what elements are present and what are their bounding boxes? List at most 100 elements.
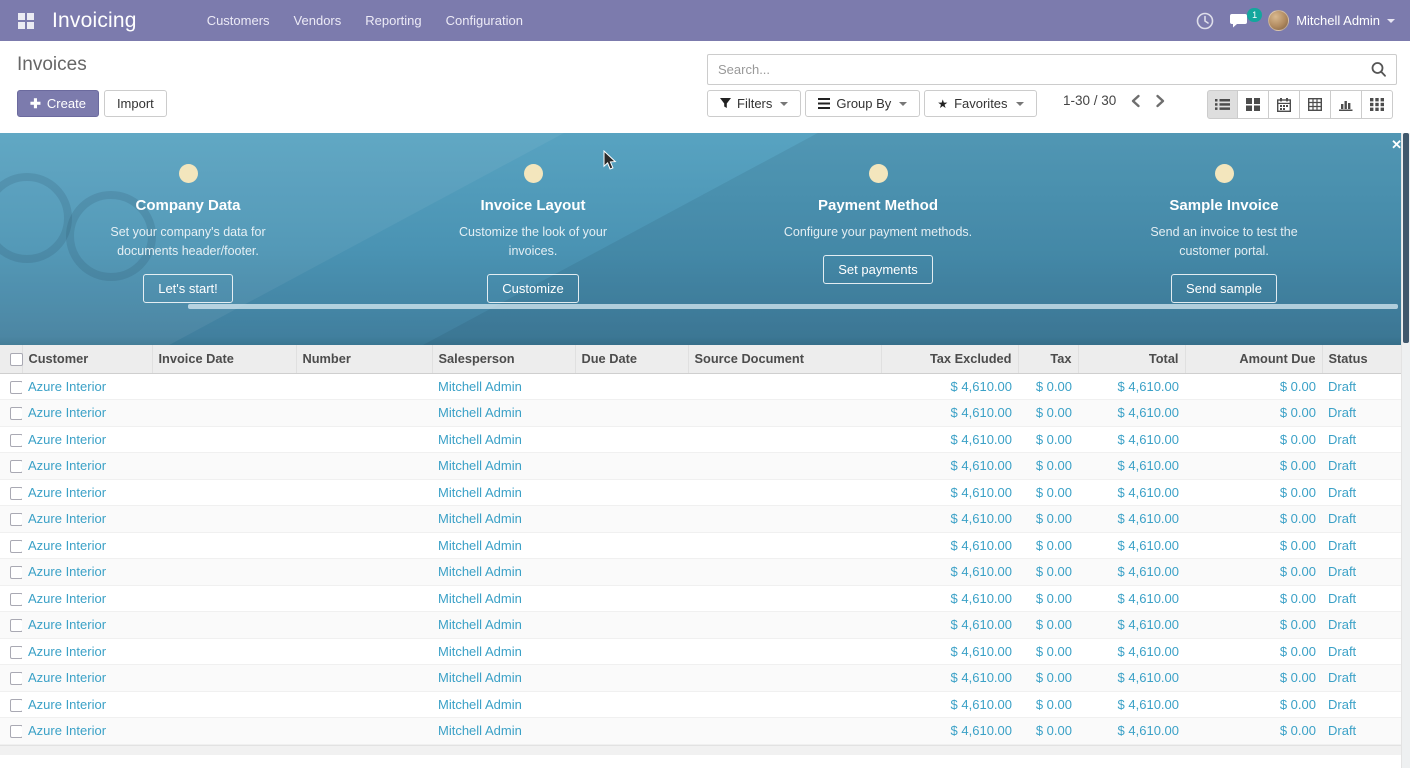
column-header-tax[interactable]: Tax [1018, 345, 1078, 373]
table-row[interactable]: Azure Interior Mitchell Admin $ 4,610.00… [0, 718, 1410, 745]
import-button[interactable]: Import [104, 90, 167, 117]
row-checkbox[interactable] [10, 725, 22, 738]
row-checkbox[interactable] [10, 381, 22, 394]
cell-tax: $ 0.00 [1018, 638, 1078, 665]
row-checkbox[interactable] [10, 566, 22, 579]
table-row[interactable]: Azure Interior Mitchell Admin $ 4,610.00… [0, 691, 1410, 718]
table-row[interactable]: Azure Interior Mitchell Admin $ 4,610.00… [0, 585, 1410, 612]
vertical-scrollbar[interactable] [1401, 133, 1410, 768]
cell-source-document [688, 506, 881, 533]
table-row[interactable]: Azure Interior Mitchell Admin $ 4,610.00… [0, 400, 1410, 427]
cell-total: $ 4,610.00 [1078, 559, 1185, 586]
nav-item-reporting[interactable]: Reporting [353, 0, 433, 41]
row-checkbox[interactable] [10, 540, 22, 553]
table-row[interactable]: Azure Interior Mitchell Admin $ 4,610.00… [0, 479, 1410, 506]
table-row[interactable]: Azure Interior Mitchell Admin $ 4,610.00… [0, 426, 1410, 453]
pivot-view-button[interactable] [1300, 90, 1331, 119]
user-menu[interactable]: Mitchell Admin [1268, 10, 1395, 31]
cell-number [296, 585, 432, 612]
send-sample-button[interactable]: Send sample [1171, 274, 1277, 303]
search-options: Filters Group By ★ Favorites [707, 90, 1037, 117]
cell-amount-due: $ 0.00 [1185, 453, 1322, 480]
column-header-tax-excluded[interactable]: Tax Excluded [881, 345, 1018, 373]
select-all-checkbox[interactable] [10, 353, 23, 366]
column-header-due-date[interactable]: Due Date [575, 345, 688, 373]
row-checkbox[interactable] [10, 699, 22, 712]
nav-item-configuration[interactable]: Configuration [434, 0, 535, 41]
create-button[interactable]: ✚Create [17, 90, 99, 117]
lets-start-button[interactable]: Let's start! [143, 274, 233, 303]
group-by-button[interactable]: Group By [805, 90, 920, 117]
column-header-salesperson[interactable]: Salesperson [432, 345, 575, 373]
table-row[interactable]: Azure Interior Mitchell Admin $ 4,610.00… [0, 532, 1410, 559]
activities-clock-icon[interactable] [1196, 12, 1214, 30]
table-row[interactable]: Azure Interior Mitchell Admin $ 4,610.00… [0, 559, 1410, 586]
cell-invoice-date [152, 665, 296, 692]
table-row[interactable]: Azure Interior Mitchell Admin $ 4,610.00… [0, 612, 1410, 639]
cell-status: Draft [1322, 691, 1410, 718]
column-header-total[interactable]: Total [1078, 345, 1185, 373]
row-checkbox[interactable] [10, 672, 22, 685]
cell-total: $ 4,610.00 [1078, 718, 1185, 745]
cell-status: Draft [1322, 585, 1410, 612]
row-checkbox[interactable] [10, 593, 22, 606]
pager-previous-icon[interactable] [1130, 94, 1141, 108]
scrollbar-thumb[interactable] [1403, 133, 1409, 343]
pager-next-icon[interactable] [1155, 94, 1166, 108]
row-checkbox[interactable] [10, 434, 22, 447]
cell-total: $ 4,610.00 [1078, 426, 1185, 453]
cell-invoice-date [152, 532, 296, 559]
cell-tax-excluded: $ 4,610.00 [881, 426, 1018, 453]
cell-tax-excluded: $ 4,610.00 [881, 691, 1018, 718]
set-payments-button[interactable]: Set payments [823, 255, 933, 284]
row-checkbox[interactable] [10, 460, 22, 473]
table-row[interactable]: Azure Interior Mitchell Admin $ 4,610.00… [0, 373, 1410, 400]
activity-view-button[interactable] [1362, 90, 1393, 119]
apps-menu-icon[interactable] [18, 13, 34, 29]
list-view-button[interactable] [1207, 90, 1238, 119]
cell-salesperson: Mitchell Admin [432, 638, 575, 665]
cell-salesperson: Mitchell Admin [432, 612, 575, 639]
cell-invoice-date [152, 691, 296, 718]
table-row[interactable]: Azure Interior Mitchell Admin $ 4,610.00… [0, 506, 1410, 533]
row-checkbox[interactable] [10, 619, 22, 632]
cell-number [296, 718, 432, 745]
cell-amount-due: $ 0.00 [1185, 612, 1322, 639]
column-header-amount-due[interactable]: Amount Due [1185, 345, 1322, 373]
graph-view-button[interactable] [1331, 90, 1362, 119]
cell-tax: $ 0.00 [1018, 665, 1078, 692]
search-icon[interactable] [1370, 61, 1387, 78]
customize-button[interactable]: Customize [487, 274, 578, 303]
column-header-invoice-date[interactable]: Invoice Date [152, 345, 296, 373]
nav-item-customers[interactable]: Customers [195, 0, 282, 41]
row-checkbox[interactable] [10, 646, 22, 659]
cell-status: Draft [1322, 373, 1410, 400]
nav-item-vendors[interactable]: Vendors [282, 0, 354, 41]
cell-customer: Azure Interior [22, 559, 152, 586]
cell-customer: Azure Interior [22, 453, 152, 480]
filters-button[interactable]: Filters [707, 90, 801, 117]
row-checkbox[interactable] [10, 513, 22, 526]
kanban-view-button[interactable] [1238, 90, 1269, 119]
onboarding-step-invoice-layout: Invoice Layout Customize the look of you… [393, 164, 673, 303]
table-row[interactable]: Azure Interior Mitchell Admin $ 4,610.00… [0, 665, 1410, 692]
column-header-source-document[interactable]: Source Document [688, 345, 881, 373]
search-input[interactable] [708, 62, 1370, 77]
column-header-customer[interactable]: Customer [22, 345, 152, 373]
cell-tax-excluded: $ 4,610.00 [881, 506, 1018, 533]
messages-icon[interactable]: 1 [1230, 12, 1252, 30]
column-header-status[interactable]: Status [1322, 345, 1410, 373]
favorites-button[interactable]: ★ Favorites [924, 90, 1036, 117]
table-row[interactable]: Azure Interior Mitchell Admin $ 4,610.00… [0, 453, 1410, 480]
table-footer-strip [0, 745, 1410, 755]
cell-invoice-date [152, 400, 296, 427]
row-checkbox[interactable] [10, 407, 22, 420]
app-title[interactable]: Invoicing [52, 9, 137, 33]
calendar-view-button[interactable] [1269, 90, 1300, 119]
column-header-number[interactable]: Number [296, 345, 432, 373]
row-checkbox[interactable] [10, 487, 22, 500]
row-select-cell [0, 585, 22, 612]
cell-number [296, 426, 432, 453]
cell-tax: $ 0.00 [1018, 691, 1078, 718]
table-row[interactable]: Azure Interior Mitchell Admin $ 4,610.00… [0, 638, 1410, 665]
